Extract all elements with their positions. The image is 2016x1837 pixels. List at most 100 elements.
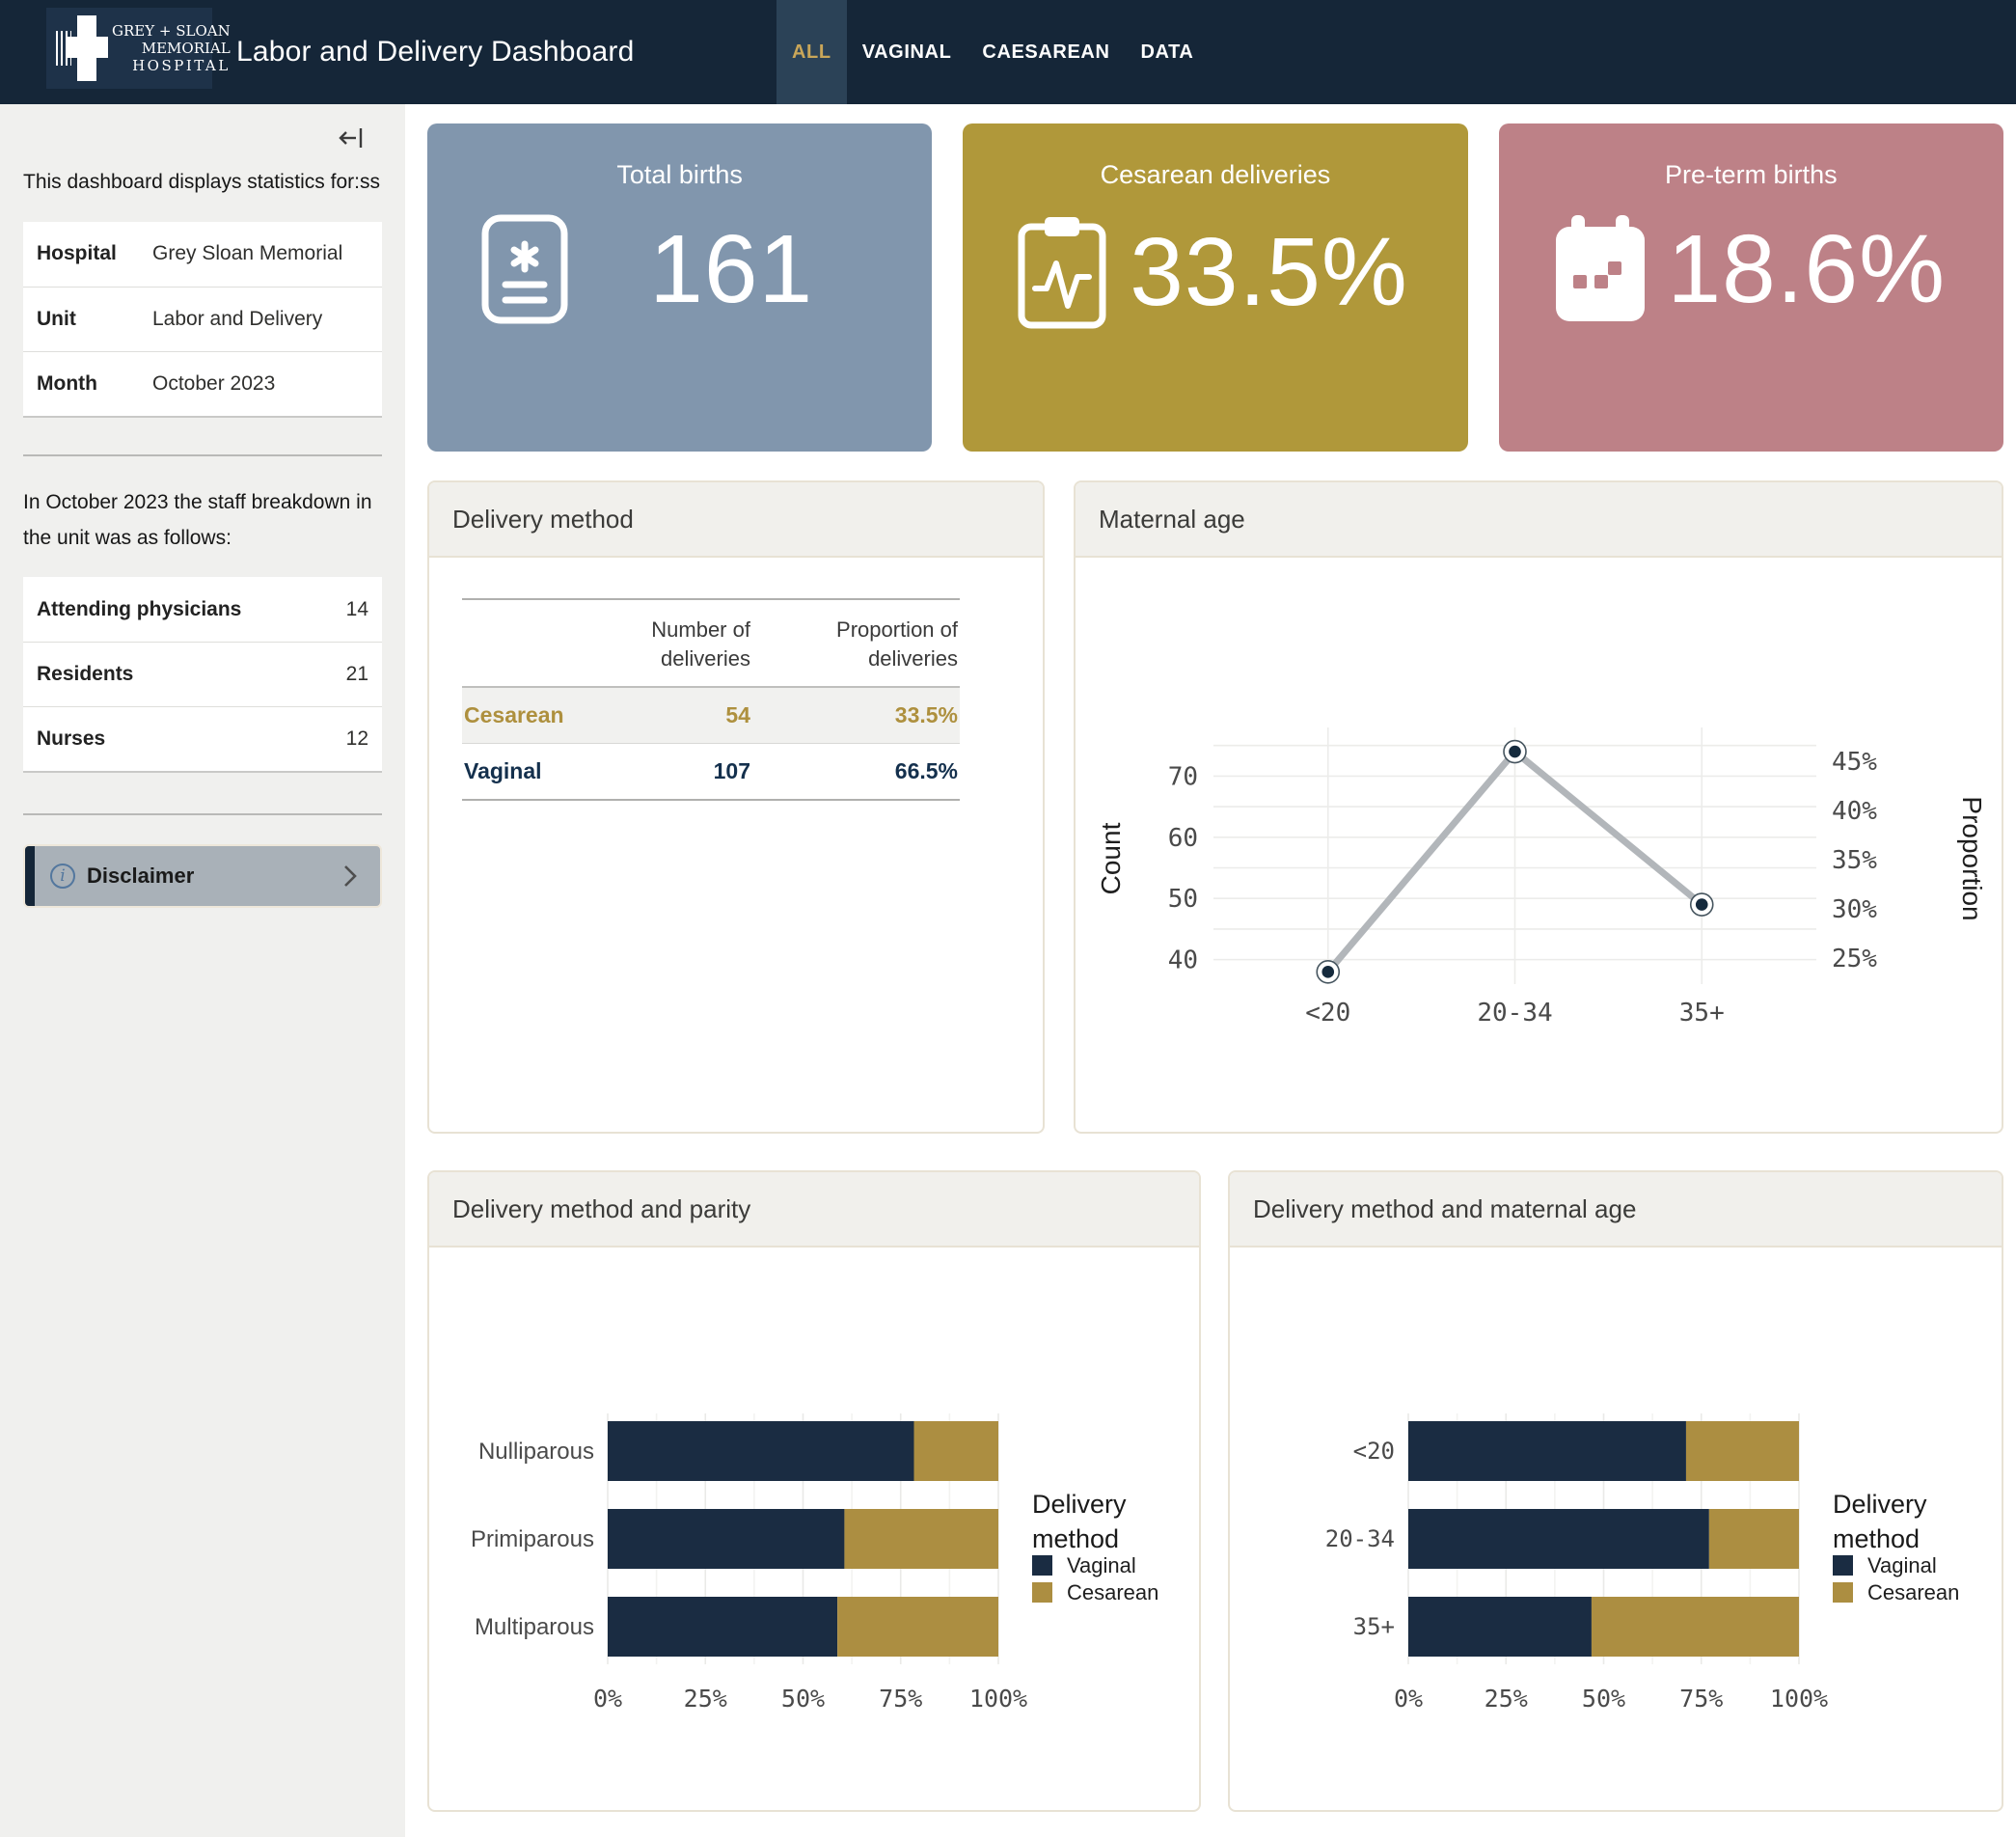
hospital-cross-icon bbox=[56, 15, 112, 81]
row-value: October 2023 bbox=[152, 372, 275, 396]
svg-text:Count: Count bbox=[1096, 822, 1126, 894]
kpi-row: Total births 161 Cesarean deliveries33.5%P… bbox=[427, 123, 2003, 452]
row-label: Month bbox=[37, 372, 152, 396]
cell-proportion: 33.5% bbox=[752, 687, 960, 744]
table-row: HospitalGrey Sloan Memorial bbox=[23, 222, 382, 287]
disclaimer-accent-bar bbox=[25, 846, 35, 906]
app-header: GREY + SLOAN MEMORIAL HOSPITAL Labor and… bbox=[0, 0, 2016, 104]
svg-text:Multiparous: Multiparous bbox=[475, 1614, 594, 1640]
row-value: Labor and Delivery bbox=[152, 308, 322, 331]
delivery-age-bar-chart: <2020-3435+0%25%50%75%100%Deliverymethod… bbox=[1230, 1248, 2002, 1837]
kpi-card-cesarean-deliveries: Cesarean deliveries33.5% bbox=[963, 123, 1467, 452]
svg-text:25%: 25% bbox=[684, 1685, 727, 1713]
sidebar: This dashboard displays statistics for:s… bbox=[0, 104, 405, 1837]
page-title: Labor and Delivery Dashboard bbox=[236, 36, 635, 69]
table-row: Residents21 bbox=[23, 642, 382, 706]
table-row: Nurses12 bbox=[23, 706, 382, 771]
table-row: UnitLabor and Delivery bbox=[23, 287, 382, 351]
tab-vaginal[interactable]: VAGINAL bbox=[847, 0, 967, 104]
kpi-card-pre-term-births: Pre-term births18.6% bbox=[1499, 123, 2003, 452]
disclaimer-label: Disclaimer bbox=[87, 864, 194, 889]
birth-record-icon bbox=[480, 213, 569, 325]
dashboard-info-table: HospitalGrey Sloan MemorialUnitLabor and… bbox=[23, 222, 382, 418]
svg-text:Vaginal: Vaginal bbox=[1067, 1553, 1136, 1577]
svg-text:Vaginal: Vaginal bbox=[1867, 1553, 1937, 1577]
svg-text:35+: 35+ bbox=[1679, 999, 1725, 1028]
svg-text:method: method bbox=[1833, 1524, 1920, 1553]
svg-text:0%: 0% bbox=[1394, 1685, 1423, 1713]
delivery-parity-panel: Delivery method and parity Nulliparous Pr… bbox=[427, 1170, 1201, 1812]
maternal-age-panel: Maternal age 4050607025%30%35%40%45%Coun… bbox=[1074, 480, 2003, 1134]
column-header: Proportion of deliveries bbox=[752, 599, 960, 687]
table-row: Attending physicians14 bbox=[23, 577, 382, 642]
svg-text:method: method bbox=[1032, 1524, 1119, 1553]
sidebar-divider bbox=[23, 813, 382, 815]
column-header bbox=[462, 599, 566, 687]
row-value: Grey Sloan Memorial bbox=[152, 242, 342, 265]
panel-title: Delivery method and parity bbox=[429, 1172, 1199, 1248]
calendar-icon bbox=[1552, 213, 1648, 325]
svg-text:20-34: 20-34 bbox=[1477, 999, 1552, 1028]
kpi-card-total-births: Total births 161 bbox=[427, 123, 932, 452]
kpi-value: 18.6% bbox=[1648, 214, 1965, 325]
hospital-logo-text: GREY + SLOAN MEMORIAL HOSPITAL bbox=[112, 22, 231, 75]
tab-all[interactable]: ALL bbox=[776, 0, 847, 104]
sidebar-collapse-icon[interactable] bbox=[338, 122, 367, 155]
cell-number: 107 bbox=[566, 744, 752, 801]
svg-text:Cesarean: Cesarean bbox=[1867, 1580, 1959, 1604]
svg-text:Nulliparous: Nulliparous bbox=[478, 1439, 594, 1465]
delivery-method-panel: Delivery method Number of deliveries Pro… bbox=[427, 480, 1045, 1134]
row-label: Nurses bbox=[37, 727, 346, 751]
main-content: Total births161Cesarean deliveries33.5%P… bbox=[405, 104, 2016, 1837]
svg-text:30%: 30% bbox=[1832, 895, 1877, 924]
svg-text:60: 60 bbox=[1168, 824, 1198, 853]
svg-text:70: 70 bbox=[1168, 762, 1198, 791]
cell-number: 54 bbox=[566, 687, 752, 744]
svg-text:75%: 75% bbox=[1679, 1685, 1723, 1713]
svg-text:40%: 40% bbox=[1832, 797, 1877, 826]
kpi-title: Total births bbox=[427, 123, 932, 190]
svg-text:25%: 25% bbox=[1832, 945, 1877, 973]
kpi-title: Cesarean deliveries bbox=[963, 123, 1467, 190]
svg-text:20-34: 20-34 bbox=[1325, 1525, 1395, 1552]
svg-text:45%: 45% bbox=[1832, 748, 1877, 777]
chevron-right-icon bbox=[340, 862, 361, 891]
nav-tabs: ALLVAGINALCAESAREANDATA bbox=[776, 0, 1209, 104]
tab-caesarean[interactable]: CAESAREAN bbox=[967, 0, 1125, 104]
svg-text:<20: <20 bbox=[1353, 1438, 1395, 1465]
staff-breakdown-table: Attending physicians14Residents21Nurses1… bbox=[23, 577, 382, 773]
info-icon: i bbox=[50, 864, 75, 889]
svg-text:0%: 0% bbox=[593, 1685, 622, 1713]
svg-text:Proportion: Proportion bbox=[1957, 796, 1987, 920]
svg-text:100%: 100% bbox=[969, 1685, 1027, 1713]
delivery-method-table: Number of deliveries Proportion of deliv… bbox=[462, 598, 960, 801]
svg-text:Delivery: Delivery bbox=[1833, 1490, 1927, 1519]
panel-title: Delivery method and maternal age bbox=[1230, 1172, 2002, 1248]
row-value: 14 bbox=[346, 598, 368, 621]
row-label: Unit bbox=[37, 308, 152, 331]
hospital-logo: GREY + SLOAN MEMORIAL HOSPITAL bbox=[46, 8, 212, 89]
delivery-parity-bar-chart: Nulliparous Primiparous Multiparous 0% 25% 50… bbox=[429, 1248, 1199, 1837]
staff-intro-text: In October 2023 the staff breakdown in t… bbox=[23, 485, 382, 557]
row-label: Attending physicians bbox=[37, 598, 346, 621]
svg-text:Cesarean: Cesarean bbox=[1067, 1580, 1158, 1604]
svg-text:25%: 25% bbox=[1485, 1685, 1528, 1713]
svg-text:50: 50 bbox=[1168, 885, 1198, 914]
sidebar-intro-text: This dashboard displays statistics for:s… bbox=[23, 165, 382, 201]
kpi-value: 161 bbox=[569, 214, 893, 325]
row-label: Hospital bbox=[37, 242, 152, 265]
svg-text:50%: 50% bbox=[781, 1685, 825, 1713]
row-label: Residents bbox=[37, 663, 346, 686]
svg-text:40: 40 bbox=[1168, 946, 1198, 975]
svg-text:Primiparous: Primiparous bbox=[471, 1526, 594, 1552]
delivery-age-panel: Delivery method and maternal age <20 20-3… bbox=[1228, 1170, 2003, 1812]
disclaimer-button[interactable]: i Disclaimer bbox=[23, 844, 382, 908]
svg-text:35+: 35+ bbox=[1353, 1613, 1395, 1640]
row-value: 12 bbox=[346, 727, 368, 751]
svg-text:75%: 75% bbox=[879, 1685, 922, 1713]
svg-text:50%: 50% bbox=[1582, 1685, 1625, 1713]
column-header: Number of deliveries bbox=[566, 599, 752, 687]
tab-data[interactable]: DATA bbox=[1126, 0, 1210, 104]
cell-label: Cesarean bbox=[462, 687, 566, 744]
table-row: MonthOctober 2023 bbox=[23, 351, 382, 416]
